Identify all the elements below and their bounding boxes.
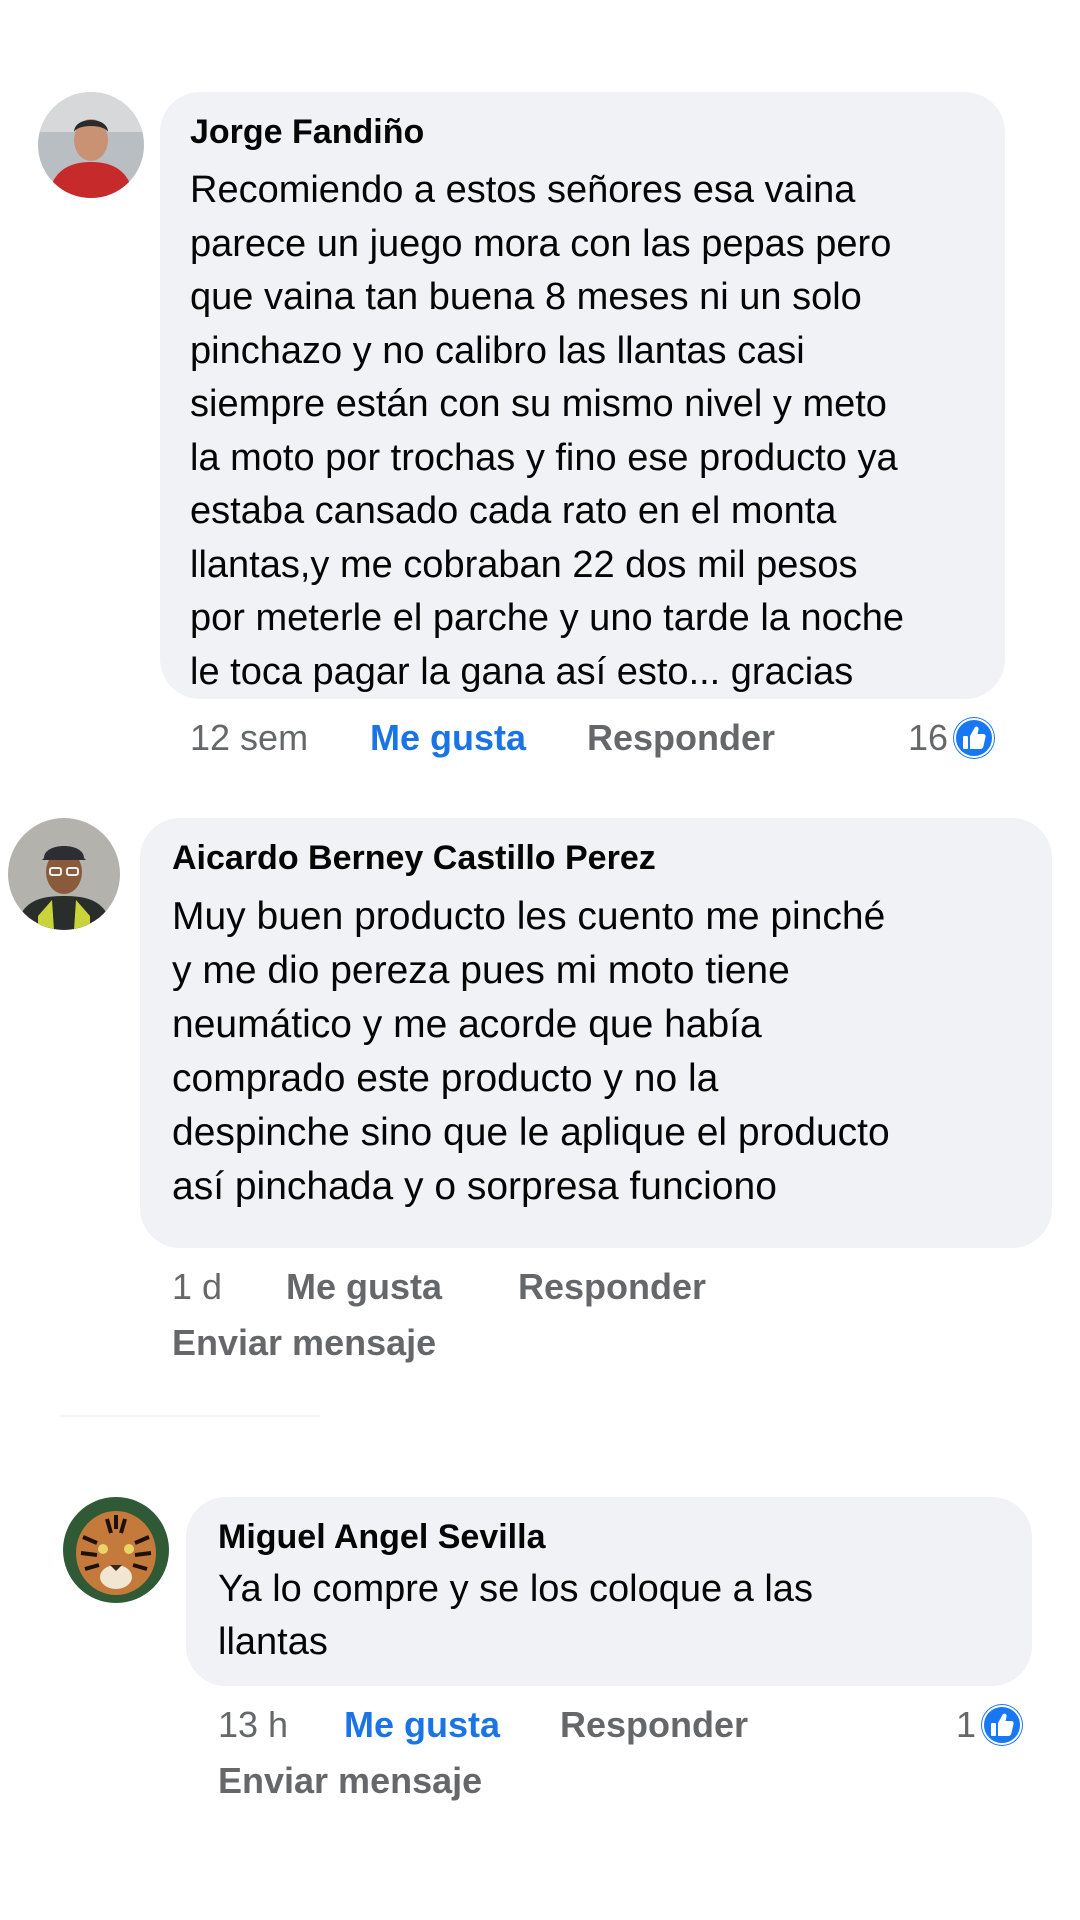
- comment-timestamp[interactable]: 12 sem: [190, 713, 308, 763]
- comment-text: Ya lo compre y se los coloque a las llan…: [218, 1568, 813, 1663]
- reply-button[interactable]: Responder: [587, 713, 775, 763]
- comment-text: Muy buen producto les cuento me pinché y…: [172, 895, 890, 1208]
- like-icon: [980, 1703, 1024, 1747]
- avatar[interactable]: [8, 818, 120, 930]
- avatar[interactable]: [63, 1497, 169, 1603]
- comment-author[interactable]: Aicardo Berney Castillo Perez: [172, 838, 1022, 878]
- reaction-summary[interactable]: 16: [908, 713, 996, 763]
- avatar-photo: [63, 1497, 169, 1603]
- comment-bubble: Miguel Angel Sevilla Ya lo compre y se l…: [186, 1497, 1032, 1686]
- send-message-button[interactable]: Enviar mensaje: [218, 1756, 482, 1806]
- reaction-summary[interactable]: 1: [956, 1700, 1024, 1750]
- like-button[interactable]: Me gusta: [344, 1700, 500, 1750]
- comment-actions: 1 d Me gusta Responder: [172, 1262, 972, 1312]
- comment-bubble: Jorge Fandiño Recomiendo a estos señores…: [160, 92, 1005, 699]
- comment-actions: 12 sem Me gusta Responder: [190, 713, 1010, 763]
- like-button[interactable]: Me gusta: [286, 1262, 442, 1312]
- comment-timestamp[interactable]: 13 h: [218, 1700, 288, 1750]
- comment-bubble: Aicardo Berney Castillo Perez Muy buen p…: [140, 818, 1052, 1248]
- avatar-photo: [8, 818, 120, 930]
- reaction-count: 16: [908, 717, 949, 758]
- reply-button[interactable]: Responder: [560, 1700, 748, 1750]
- comment-timestamp[interactable]: 1 d: [172, 1262, 222, 1312]
- like-button[interactable]: Me gusta: [370, 713, 526, 763]
- comment-author[interactable]: Miguel Angel Sevilla: [218, 1517, 1000, 1557]
- like-icon: [952, 716, 996, 760]
- comment-text: Recomiendo a estos señores esa vaina par…: [190, 169, 904, 693]
- comment-author[interactable]: Jorge Fandiño: [190, 112, 975, 152]
- reply-button[interactable]: Responder: [518, 1262, 706, 1312]
- avatar[interactable]: [38, 92, 144, 198]
- reaction-count: 1: [956, 1704, 977, 1745]
- avatar-photo: [38, 92, 144, 198]
- comment-actions: 13 h Me gusta Responder: [218, 1700, 978, 1750]
- send-message-button[interactable]: Enviar mensaje: [172, 1318, 436, 1368]
- divider: [60, 1415, 320, 1417]
